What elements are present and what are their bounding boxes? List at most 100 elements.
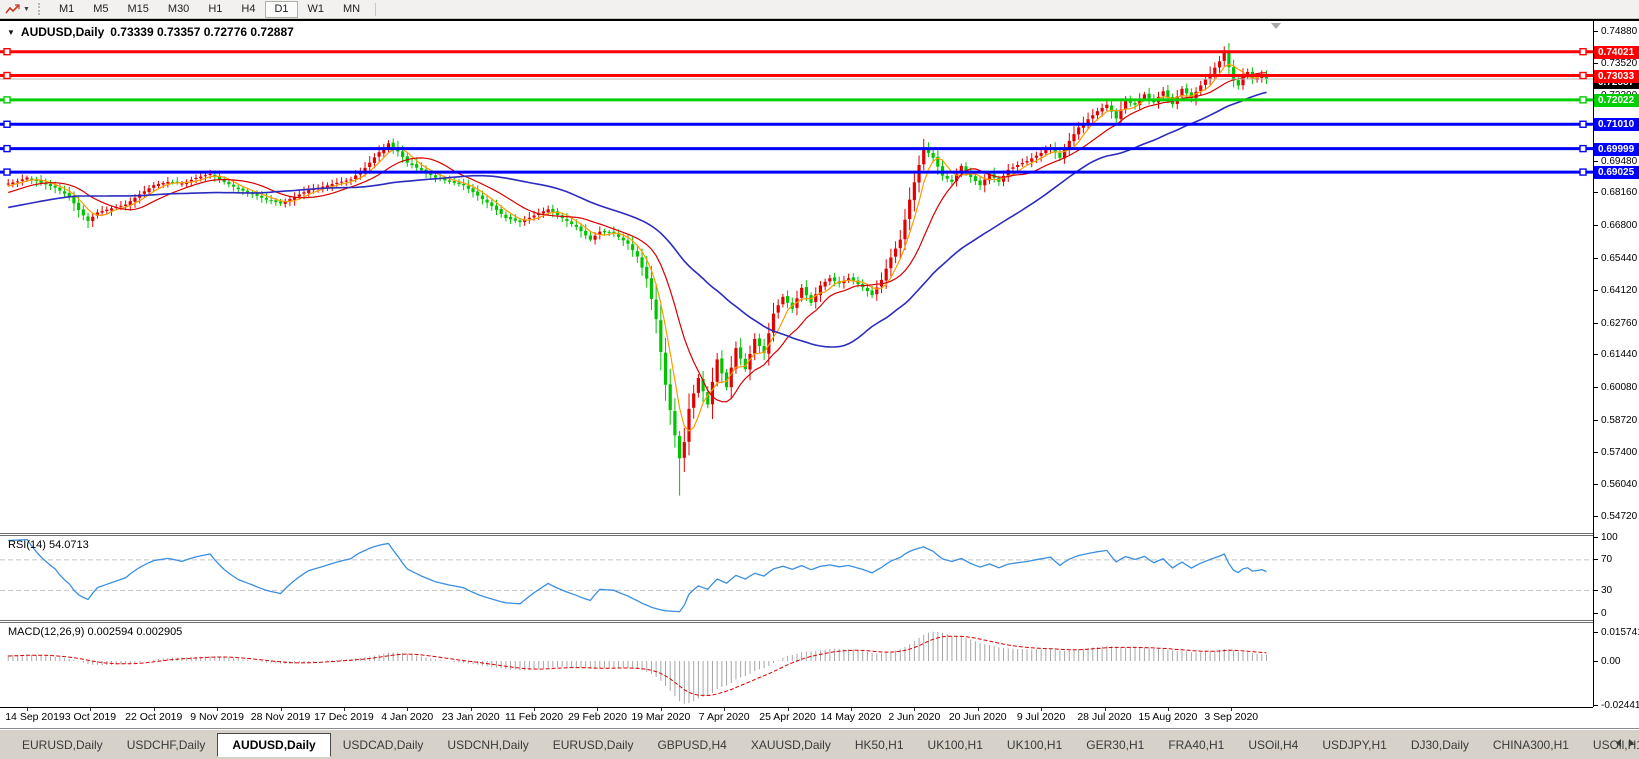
price-tick-label: 0.56040 <box>1594 479 1637 491</box>
price-tick-label: 0.62760 <box>1594 317 1637 329</box>
macd-tick-label: 0.015741 <box>1594 626 1639 638</box>
chart-tab-dj30-daily[interactable]: DJ30,Daily <box>1399 735 1481 755</box>
time-label: 2 Jun 2020 <box>888 711 941 723</box>
symbol-dropdown-caret[interactable]: ▼ <box>7 28 15 37</box>
chart-tab-hk50-h1[interactable]: HK50,H1 <box>843 735 916 755</box>
timeframe-button-d1[interactable]: D1 <box>265 0 298 18</box>
time-label: 25 Apr 2020 <box>759 711 816 723</box>
timeframe-button-h4[interactable]: H4 <box>232 1 264 18</box>
line-handle[interactable] <box>3 71 11 80</box>
chart-tab-audusd-daily[interactable]: AUDUSD,Daily <box>217 732 331 757</box>
time-label: 20 Jun 2020 <box>948 711 1007 723</box>
chart-tab-usdchf-daily[interactable]: USDCHF,Daily <box>115 735 218 755</box>
chart-line-glyph <box>5 3 20 13</box>
price-tick-label: 0.73520 <box>1594 58 1637 70</box>
macd-tick-label: -0.024412 <box>1594 700 1639 712</box>
time-label: 14 May 2020 <box>820 711 882 723</box>
price-badge-0.71010: 0.71010 <box>1594 118 1639 132</box>
timeframe-buttons: M1 M5 M15 M30 H1 H4 D1 W1 MN <box>50 0 370 18</box>
chart-tab-usdjpy-h1[interactable]: USDJPY,H1 <box>1310 735 1398 755</box>
price-scale[interactable]: 0.748800.735200.722000.708400.694800.681… <box>1594 21 1639 711</box>
line-handle[interactable] <box>3 144 11 153</box>
timeframe-button-mn[interactable]: MN <box>334 1 369 18</box>
timeframe-button-w1[interactable]: W1 <box>299 1 334 18</box>
price-badge-0.69025: 0.69025 <box>1594 166 1639 180</box>
price-tick-label: 0.58720 <box>1594 414 1637 426</box>
time-scale[interactable]: 14 Sep 2019 3 Oct 2019 22 Oct 2019 9 Nov 20… <box>0 708 1593 728</box>
toolbar-drag-grip[interactable] <box>37 3 43 15</box>
timeframe-button-m30[interactable]: M30 <box>159 1 198 18</box>
dropdown-caret-icon[interactable]: ▼ <box>23 6 30 13</box>
line-handle[interactable] <box>3 120 11 128</box>
price-tick-label: 0.61440 <box>1594 349 1637 361</box>
line-handle[interactable] <box>1579 96 1587 104</box>
line-handle[interactable] <box>1579 144 1587 153</box>
chart-ohlc-values: 0.73339 0.73357 0.72776 0.72887 <box>110 25 294 39</box>
macd-pane-canvas[interactable] <box>0 623 1593 707</box>
price-tick-label: 0.66800 <box>1594 220 1637 232</box>
rsi-pane-canvas[interactable] <box>0 536 1593 619</box>
rsi-tick-label: 100 <box>1594 531 1618 543</box>
chart-tab-uk100-h1[interactable]: UK100,H1 <box>995 735 1074 755</box>
trading-platform-window: ▼ M1 M5 M15 M30 H1 H4 D1 W1 MN ▼ AUDUSD,Daily 0.… <box>0 0 1639 759</box>
line-handle[interactable] <box>3 47 11 56</box>
chart-line-icon[interactable]: ▼ <box>3 2 32 17</box>
price-chart-canvas[interactable] <box>0 21 1593 532</box>
chart-tab-gbpusd-h4[interactable]: GBPUSD,H4 <box>645 735 738 755</box>
macd-tick-label: 0.00 <box>1594 655 1620 667</box>
time-label: 9 Jul 2020 <box>1016 711 1066 723</box>
line-handle[interactable] <box>1579 168 1587 176</box>
price-tick-label: 0.74880 <box>1594 25 1637 37</box>
price-badge-0.72022: 0.72022 <box>1594 93 1639 107</box>
timeframe-button-m5[interactable]: M5 <box>84 1 117 18</box>
time-label: 19 Mar 2020 <box>631 711 691 723</box>
chart-tab-eurusd-daily[interactable]: EURUSD,Daily <box>541 735 646 755</box>
chart-title: ▼ AUDUSD,Daily 0.73339 0.73357 0.72776 0… <box>7 25 294 39</box>
toolbar: ▼ M1 M5 M15 M30 H1 H4 D1 W1 MN <box>0 0 1639 19</box>
timeframe-button-h1[interactable]: H1 <box>199 1 231 18</box>
price-tick-label: 0.57400 <box>1594 446 1637 458</box>
chart-tab-eurusd-daily[interactable]: EURUSD,Daily <box>10 735 115 755</box>
time-label: 17 Dec 2019 <box>314 711 374 723</box>
line-handle[interactable] <box>1579 71 1587 80</box>
chart-symbol-period: AUDUSD,Daily <box>20 25 105 39</box>
time-label: 23 Jan 2020 <box>441 711 500 723</box>
line-handle[interactable] <box>3 168 11 176</box>
rsi-name: RSI(14) <box>8 539 46 551</box>
price-tick-label: 0.65440 <box>1594 252 1637 264</box>
time-label: 9 Nov 2019 <box>190 711 244 723</box>
price-tick-label: 0.54720 <box>1594 511 1637 523</box>
macd-name: MACD(12,26,9) <box>8 626 85 638</box>
line-handle[interactable] <box>1579 120 1587 128</box>
price-badge-0.74021: 0.74021 <box>1594 45 1639 59</box>
chart-tab-usdcad-daily[interactable]: USDCAD,Daily <box>331 735 436 755</box>
timeframe-button-m15[interactable]: M15 <box>119 1 158 18</box>
time-label: 4 Jan 2020 <box>381 711 434 723</box>
chart-tab-ger30-h1[interactable]: GER30,H1 <box>1074 735 1156 755</box>
rsi-tick-label: 30 <box>1594 584 1612 596</box>
chart-tab-fra40-h1[interactable]: FRA40,H1 <box>1156 735 1236 755</box>
chart-tab-uk100-h1[interactable]: UK100,H1 <box>916 735 995 755</box>
time-label: 3 Sep 2020 <box>1204 711 1259 723</box>
time-label: 15 Aug 2020 <box>1138 711 1198 723</box>
chart-tab-china300-h1[interactable]: CHINA300,H1 <box>1481 735 1581 755</box>
rsi-tick-label: 70 <box>1594 554 1612 566</box>
time-label: 22 Oct 2019 <box>125 711 183 723</box>
time-label: 28 Jul 2020 <box>1077 711 1132 723</box>
rsi-label: RSI(14) 54.0713 <box>8 539 89 551</box>
timeframe-button-m1[interactable]: M1 <box>50 1 83 18</box>
chart-tab-bar: EURUSD,Daily USDCHF,Daily AUDUSD,Daily USDC… <box>0 730 1639 759</box>
time-label: 28 Nov 2019 <box>250 711 311 723</box>
chart-tab-usoil-h4[interactable]: USOil,H4 <box>1236 735 1310 755</box>
macd-current-values: 0.002594 0.002905 <box>87 626 183 638</box>
tab-scroll-arrows <box>1616 739 1634 747</box>
chart-tab-usdcnh-daily[interactable]: USDCNH,Daily <box>435 735 540 755</box>
line-handle[interactable] <box>3 96 11 104</box>
line-handle[interactable] <box>1579 47 1587 56</box>
time-label: 7 Apr 2020 <box>698 711 750 723</box>
tab-scroll-left-icon[interactable] <box>1616 739 1621 747</box>
tab-scroll-right-icon[interactable] <box>1629 739 1634 747</box>
price-tick-label: 0.68160 <box>1594 187 1637 199</box>
time-label: 29 Feb 2020 <box>567 711 627 723</box>
chart-tab-xauusd-daily[interactable]: XAUUSD,Daily <box>739 735 843 755</box>
